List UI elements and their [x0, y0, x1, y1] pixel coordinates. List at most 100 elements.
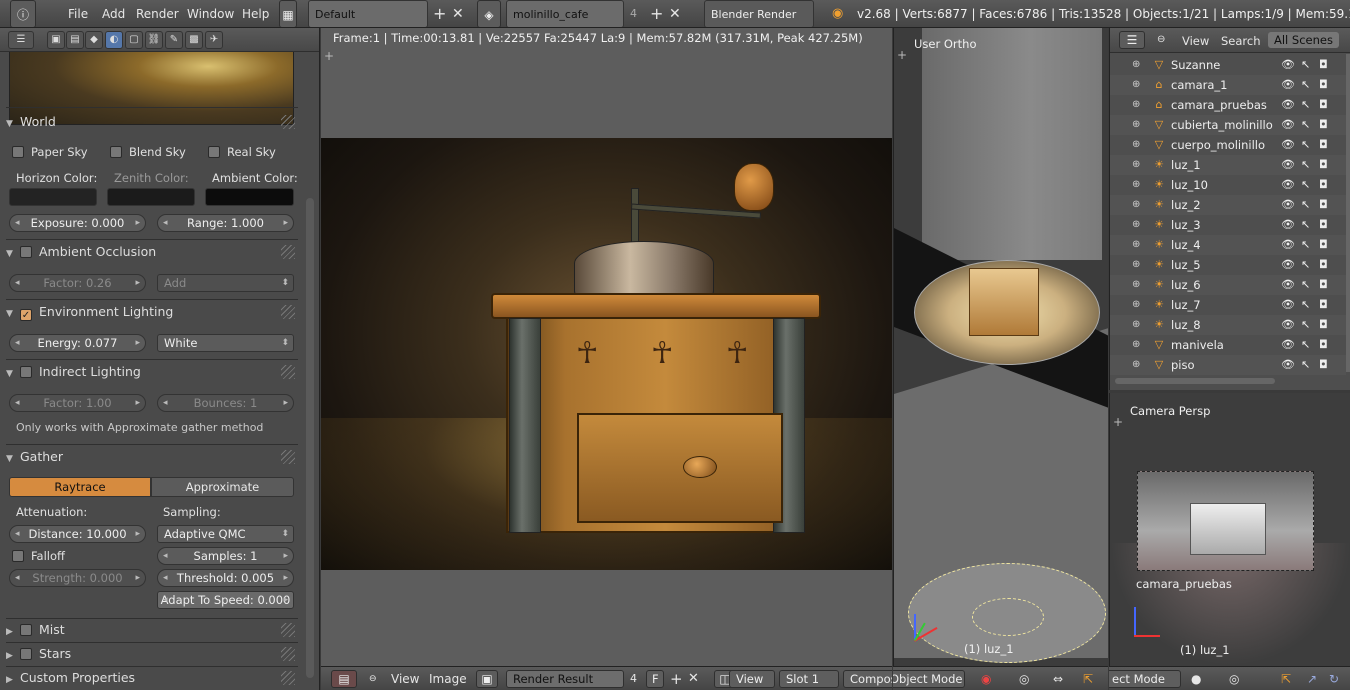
panel-drag-grip[interactable]	[281, 450, 295, 464]
expand-icon[interactable]: ⊕	[1132, 235, 1140, 255]
outliner-item-name[interactable]: luz_1	[1171, 155, 1201, 175]
gather-raytrace-button[interactable]: Raytrace	[9, 477, 151, 497]
image-browse-icon[interactable]: ▣	[476, 670, 498, 688]
paper-sky-checkbox[interactable]	[12, 146, 24, 158]
outliner-item-name[interactable]: luz_8	[1171, 315, 1201, 335]
env-color-select[interactable]: White	[157, 334, 294, 352]
translate-icon[interactable]: ↗	[1307, 667, 1317, 690]
zenith-color-swatch[interactable]	[107, 188, 195, 206]
blend-sky-toggle[interactable]: Blend Sky	[110, 145, 186, 159]
horizon-color-swatch[interactable]	[9, 188, 97, 206]
editor-type-icon[interactable]: ▤	[331, 670, 357, 688]
outliner-row[interactable]: ⊕ ▽ cuerpo_molinillo 👁 ↖ ◘	[1110, 135, 1346, 155]
sampling-method-select[interactable]: Adaptive QMC	[157, 525, 294, 543]
menu-file[interactable]: File	[68, 0, 88, 27]
pivot-icon[interactable]: ◎	[1019, 667, 1029, 690]
renderable-camera-icon[interactable]: ◘	[1319, 255, 1328, 275]
outliner-item-name[interactable]: manivela	[1171, 335, 1224, 355]
falloff-checkbox[interactable]	[12, 550, 24, 562]
expand-icon[interactable]: ⊕	[1132, 175, 1140, 195]
expand-icon[interactable]: ⊕	[1132, 95, 1140, 115]
adapt-to-speed-field[interactable]: Adapt To Speed: 0.000	[157, 591, 294, 609]
area-split-icon[interactable]: +	[1113, 415, 1123, 429]
panel-drag-grip[interactable]	[281, 245, 295, 259]
panel-stars[interactable]: ▶ Stars	[6, 643, 298, 665]
expand-icon[interactable]: ⊕	[1132, 195, 1140, 215]
range-field[interactable]: Range: 1.000	[157, 214, 294, 232]
world-tab-icon[interactable]: ◐	[105, 31, 123, 49]
selectable-cursor-icon[interactable]: ↖	[1301, 235, 1310, 255]
outliner-row[interactable]: ⊕ ☀ luz_7 👁 ↖ ◘	[1110, 295, 1346, 315]
selectable-cursor-icon[interactable]: ↖	[1301, 355, 1310, 375]
indirect-lighting-checkbox[interactable]	[20, 366, 32, 378]
outliner-scrollbar[interactable]	[1346, 54, 1350, 372]
image-name-field[interactable]: Render Result	[506, 670, 624, 688]
add-screen-icon[interactable]: +	[433, 0, 446, 27]
expand-icon[interactable]: ⊕	[1132, 275, 1140, 295]
menu-add[interactable]: Add	[102, 0, 125, 27]
paper-sky-toggle[interactable]: Paper Sky	[12, 145, 88, 159]
constraints-tab-icon[interactable]: ⛓	[145, 31, 163, 49]
renderable-camera-icon[interactable]: ◘	[1319, 155, 1328, 175]
outliner-row[interactable]: ⊕ ☀ luz_3 👁 ↖ ◘	[1110, 215, 1346, 235]
visibility-eye-icon[interactable]: 👁	[1281, 115, 1295, 135]
selectable-cursor-icon[interactable]: ↖	[1301, 315, 1310, 335]
screen-layout-field[interactable]: Default	[308, 0, 428, 27]
renderable-camera-icon[interactable]: ◘	[1319, 195, 1328, 215]
mode-select[interactable]: Object Mode	[893, 670, 965, 688]
panel-indirect-lighting[interactable]: ▼ Indirect Lighting	[6, 361, 298, 383]
renderable-camera-icon[interactable]: ◘	[1319, 235, 1328, 255]
outliner-row[interactable]: ⊕ ☀ luz_6 👁 ↖ ◘	[1110, 275, 1346, 295]
outliner-item-name[interactable]: cubierta_molinillo	[1171, 115, 1273, 135]
outliner-row[interactable]: ⊕ ⌂ camara_1 👁 ↖ ◘	[1110, 75, 1346, 95]
expand-icon[interactable]: ⊕	[1132, 255, 1140, 275]
selectable-cursor-icon[interactable]: ↖	[1301, 75, 1310, 95]
ao-blend-select[interactable]: Add	[157, 274, 294, 292]
fake-user-button[interactable]: F	[646, 670, 664, 688]
remove-scene-icon[interactable]: ✕	[669, 0, 681, 27]
indirect-bounces-field[interactable]: Bounces: 1	[157, 394, 294, 412]
selectable-cursor-icon[interactable]: ↖	[1301, 155, 1310, 175]
outliner-item-name[interactable]: luz_5	[1171, 255, 1201, 275]
gather-threshold-field[interactable]: Threshold: 0.005	[157, 569, 294, 587]
camera-mode-select[interactable]: ect Mode	[1109, 670, 1181, 688]
transform-icon[interactable]: ⇱	[1083, 667, 1093, 690]
env-energy-field[interactable]: Energy: 0.077	[9, 334, 146, 352]
texture-tab-icon[interactable]: ▩	[185, 31, 203, 49]
renderable-camera-icon[interactable]: ◘	[1319, 95, 1328, 115]
menu-image[interactable]: Image	[429, 667, 467, 690]
expand-icon[interactable]: ⊕	[1132, 315, 1140, 335]
panel-ambient-occlusion[interactable]: ▼ Ambient Occlusion	[6, 241, 298, 263]
ambient-color-swatch[interactable]	[205, 188, 294, 206]
falloff-strength-field[interactable]: Strength: 0.000	[9, 569, 146, 587]
panel-drag-grip[interactable]	[281, 115, 295, 129]
pivot-icon[interactable]: ◎	[1229, 667, 1239, 690]
visibility-eye-icon[interactable]: 👁	[1281, 55, 1295, 75]
environment-lighting-checkbox[interactable]	[20, 309, 32, 321]
renderable-camera-icon[interactable]: ◘	[1319, 75, 1328, 95]
renderable-camera-icon[interactable]: ◘	[1319, 115, 1328, 135]
visibility-eye-icon[interactable]: 👁	[1281, 315, 1295, 335]
panel-gather[interactable]: ▼ Gather	[6, 446, 298, 468]
new-image-icon[interactable]: +	[670, 667, 683, 690]
outliner-menu-search[interactable]: Search	[1221, 34, 1261, 48]
render-slot-select[interactable]: Slot 1	[779, 670, 839, 688]
area-split-icon[interactable]: +	[897, 48, 907, 62]
render-result-image[interactable]: ☥ ☥ ☥	[321, 138, 892, 570]
selectable-cursor-icon[interactable]: ↖	[1301, 55, 1310, 75]
menu-view[interactable]: View	[391, 667, 419, 690]
visibility-eye-icon[interactable]: 👁	[1281, 95, 1295, 115]
panel-drag-grip[interactable]	[281, 365, 295, 379]
outliner-row[interactable]: ⊕ ☀ luz_1 👁 ↖ ◘	[1110, 155, 1346, 175]
real-sky-checkbox[interactable]	[208, 146, 220, 158]
selectable-cursor-icon[interactable]: ↖	[1301, 215, 1310, 235]
rotate-icon[interactable]: ↻	[1329, 667, 1339, 690]
menu-help[interactable]: Help	[242, 0, 269, 27]
outliner-item-name[interactable]: luz_4	[1171, 235, 1201, 255]
expand-icon[interactable]: ⊕	[1132, 215, 1140, 235]
visibility-eye-icon[interactable]: 👁	[1281, 275, 1295, 295]
stars-checkbox[interactable]	[20, 648, 32, 660]
renderable-camera-icon[interactable]: ◘	[1319, 335, 1328, 355]
renderable-camera-icon[interactable]: ◘	[1319, 135, 1328, 155]
outliner-item-name[interactable]: luz_2	[1171, 195, 1201, 215]
